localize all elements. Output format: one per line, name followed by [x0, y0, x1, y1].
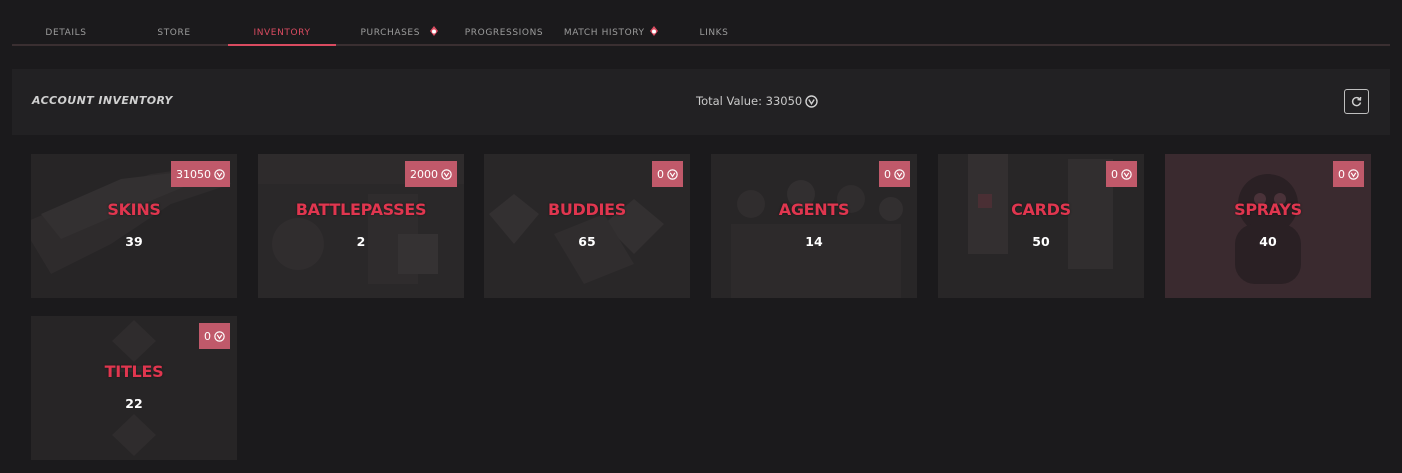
badge-value: 2000 — [410, 167, 438, 181]
tab-label: MATCH HISTORY — [563, 28, 645, 38]
card-title: TITLES — [104, 362, 164, 381]
valorant-points-icon — [894, 168, 905, 180]
value-badge: 0 — [1106, 161, 1137, 187]
radianite-icon — [429, 25, 438, 36]
value-badge: 2000 — [405, 161, 457, 187]
tab-purchases[interactable]: PURCHASES — [348, 18, 452, 46]
inventory-card-cards[interactable]: 0 CARDS 50 — [938, 154, 1144, 298]
card-count: 14 — [805, 234, 823, 249]
badge-value: 0 — [657, 167, 664, 181]
value-badge: 0 — [879, 161, 910, 187]
card-count: 39 — [125, 234, 143, 249]
badge-value: 0 — [204, 329, 211, 343]
inventory-card-battlepasses[interactable]: 2000 BATTLEPASSES 2 — [258, 154, 464, 298]
tab-bar: DETAILS STORE INVENTORY PURCHASES PROGRE… — [12, 18, 1390, 46]
badge-value: 0 — [1338, 167, 1345, 181]
card-count: 50 — [1032, 234, 1050, 249]
tab-links[interactable]: LINKS — [674, 18, 754, 46]
valorant-points-icon — [214, 330, 225, 342]
value-badge: 0 — [199, 323, 230, 349]
inventory-card-skins[interactable]: 31050 SKINS 39 — [31, 154, 237, 298]
inventory-card-buddies[interactable]: 0 BUDDIES 65 — [484, 154, 690, 298]
card-count: 22 — [125, 396, 143, 411]
total-value: Total Value: 33050 — [696, 94, 818, 108]
refresh-button[interactable] — [1344, 89, 1369, 114]
badge-value: 0 — [1111, 167, 1118, 181]
total-value-label: Total Value: 33050 — [696, 94, 803, 108]
tab-label: PROGRESSIONS — [464, 28, 544, 38]
badge-value: 0 — [884, 167, 891, 181]
card-title: AGENTS — [778, 200, 850, 219]
card-title: SKINS — [107, 200, 161, 219]
tab-label: LINKS — [699, 28, 729, 38]
inventory-card-agents[interactable]: 0 AGENTS 14 — [711, 154, 917, 298]
tab-match-history[interactable]: MATCH HISTORY — [560, 18, 664, 46]
card-title: CARDS — [1011, 200, 1071, 219]
tab-progressions[interactable]: PROGRESSIONS — [454, 18, 554, 46]
tab-label: DETAILS — [45, 28, 87, 38]
tab-label: STORE — [157, 28, 191, 38]
value-badge: 0 — [1333, 161, 1364, 187]
radianite-icon — [650, 25, 659, 36]
card-title: SPRAYS — [1234, 200, 1302, 219]
card-count: 2 — [356, 234, 366, 249]
inventory-header: ACCOUNT INVENTORY Total Value: 33050 — [12, 69, 1390, 135]
tab-store[interactable]: STORE — [134, 18, 214, 46]
app-frame: DETAILS STORE INVENTORY PURCHASES PROGRE… — [0, 0, 1402, 473]
inventory-card-titles[interactable]: 0 TITLES 22 — [31, 316, 237, 460]
valorant-points-icon — [805, 94, 818, 108]
page-title: ACCOUNT INVENTORY — [32, 94, 173, 107]
valorant-points-icon — [214, 168, 225, 180]
tab-label: INVENTORY — [253, 28, 311, 38]
tab-details[interactable]: DETAILS — [26, 18, 106, 46]
card-count: 65 — [578, 234, 596, 249]
valorant-points-icon — [441, 168, 452, 180]
inventory-card-sprays[interactable]: 0 SPRAYS 40 — [1165, 154, 1371, 298]
valorant-points-icon — [1348, 168, 1359, 180]
card-title: BATTLEPASSES — [295, 200, 427, 219]
valorant-points-icon — [1121, 168, 1132, 180]
value-badge: 31050 — [171, 161, 230, 187]
value-badge: 0 — [652, 161, 683, 187]
tab-inventory[interactable]: INVENTORY — [228, 18, 336, 46]
badge-value: 31050 — [176, 167, 211, 181]
tab-label: PURCHASES — [360, 28, 421, 38]
active-tab-indicator — [228, 44, 336, 46]
card-title: BUDDIES — [547, 200, 627, 219]
refresh-icon — [1351, 96, 1362, 107]
valorant-points-icon — [667, 168, 678, 180]
card-count: 40 — [1259, 234, 1277, 249]
